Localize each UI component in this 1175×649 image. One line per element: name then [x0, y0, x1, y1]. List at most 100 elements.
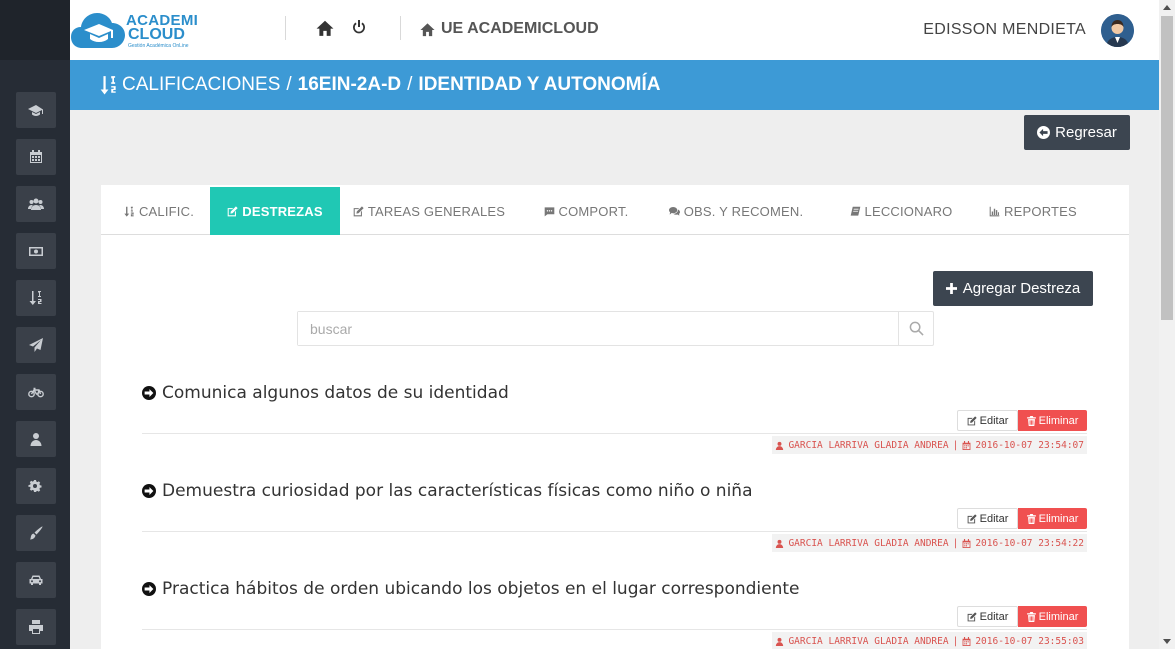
plus-icon	[945, 283, 957, 294]
breadcrumb-separator: /	[407, 74, 413, 95]
destreza-text: Comunica algunos datos de su identidad	[162, 383, 509, 403]
cogs-icon[interactable]	[16, 468, 56, 504]
item-date: 2016-10-07 23:54:22	[975, 537, 1084, 549]
destreza-title: Comunica algunos datos de su identidad	[142, 383, 509, 403]
delete-button[interactable]: Eliminar	[1018, 508, 1087, 529]
destreza-text: Practica hábitos de orden ubicando los o…	[162, 579, 800, 599]
search-input[interactable]	[298, 312, 898, 345]
arrow-circle-right-icon	[142, 386, 156, 400]
edit-button[interactable]: Editar	[957, 410, 1018, 431]
school-name: UE ACADEMICLOUD	[420, 19, 599, 39]
tab-leccionaro[interactable]: LECCIONARO	[836, 187, 966, 235]
user-name[interactable]: EDISSON MENDIETA	[923, 21, 1086, 39]
divider	[142, 433, 1087, 434]
user-icon[interactable]	[16, 421, 56, 457]
sort-numeric-icon[interactable]	[16, 280, 56, 316]
brand-tagline: Gestión Académica OnLine	[128, 43, 189, 49]
calendar-icon	[962, 440, 971, 450]
calendar-icon	[962, 538, 971, 548]
users-icon[interactable]	[16, 186, 56, 222]
search-box	[297, 311, 934, 346]
divider	[142, 531, 1087, 532]
breadcrumb-subject: IDENTIDAD Y AUTONOMÍA	[418, 74, 661, 95]
tab-label: CALIFIC.	[138, 203, 195, 219]
page-toolbar: Regresar	[70, 110, 1159, 155]
trash-icon	[1026, 513, 1036, 524]
calendar-icon[interactable]	[16, 139, 56, 175]
tab-tareas-generales[interactable]: TAREAS GENERALES	[349, 187, 509, 235]
car-icon[interactable]	[16, 562, 56, 598]
bar-chart-icon	[989, 206, 1000, 216]
graduation-cap-icon[interactable]	[16, 92, 56, 128]
sidebar-top	[0, 0, 70, 60]
tab-reportes[interactable]: REPORTES	[978, 187, 1088, 235]
back-button[interactable]: Regresar	[1024, 115, 1130, 150]
trash-icon	[1026, 611, 1036, 622]
destreza-title: Practica hábitos de orden ubicando los o…	[142, 579, 800, 599]
paper-plane-icon[interactable]	[16, 327, 56, 363]
item-author: GARCIA LARRIVA GLADIA ANDREA	[788, 439, 949, 451]
tab-destrezas[interactable]: DESTREZAS	[210, 187, 340, 235]
academicloud-logo[interactable]: ACADEMI CLOUD Gestión Académica OnLine	[70, 6, 200, 54]
add-destreza-button[interactable]: Agregar Destreza	[933, 271, 1093, 306]
tab-calific[interactable]: CALIFIC.	[109, 187, 209, 235]
edit-icon	[227, 205, 238, 216]
book-icon	[850, 206, 860, 216]
edit-label: Editar	[979, 512, 1009, 525]
bicycle-icon[interactable]	[16, 374, 56, 410]
delete-label: Eliminar	[1038, 610, 1079, 623]
main-panel: CALIFIC. DESTREZAS TAREAS GENERALES COMP…	[101, 185, 1129, 649]
comment-icon	[544, 206, 554, 216]
top-navbar: ACADEMI CLOUD Gestión Académica OnLine U…	[70, 0, 1159, 60]
breadcrumb-course[interactable]: 16EIN-2A-D	[298, 74, 401, 96]
comments-icon	[668, 206, 680, 216]
search-icon	[909, 321, 924, 336]
meta-separator: |	[952, 439, 959, 451]
arrow-circle-left-icon	[1037, 126, 1051, 139]
scroll-down-arrow[interactable]	[1163, 639, 1171, 644]
vertical-scrollbar[interactable]	[1159, 0, 1175, 649]
user-icon	[776, 441, 784, 450]
tab-label: TAREAS GENERALES	[367, 203, 506, 219]
breadcrumb-root[interactable]: CALIFICACIONES	[122, 74, 280, 96]
power-icon[interactable]	[351, 19, 367, 35]
tab-label: DESTREZAS	[242, 203, 323, 219]
money-icon[interactable]	[16, 233, 56, 269]
delete-label: Eliminar	[1038, 512, 1079, 525]
sort-numeric-icon	[100, 76, 116, 95]
item-meta: GARCIA LARRIVA GLADIA ANDREA | 2016-10-0…	[772, 436, 1087, 454]
scrollbar-thumb[interactable]	[1161, 16, 1173, 320]
edit-label: Editar	[979, 610, 1009, 623]
destreza-title: Demuestra curiosidad por las característ…	[142, 481, 753, 501]
tab-label: COMPORT.	[558, 203, 629, 219]
delete-button[interactable]: Eliminar	[1018, 410, 1087, 431]
home-icon[interactable]	[316, 19, 334, 37]
paint-brush-icon[interactable]	[16, 515, 56, 551]
tab-label: OBS. Y RECOMEN.	[683, 203, 804, 219]
divider	[400, 16, 401, 40]
print-icon[interactable]	[16, 609, 56, 645]
edit-button[interactable]: Editar	[957, 508, 1018, 529]
divider	[142, 629, 1087, 630]
tab-obs-recomen[interactable]: OBS. Y RECOMEN.	[666, 187, 806, 235]
arrow-circle-right-icon	[142, 484, 156, 498]
edit-button[interactable]: Editar	[957, 606, 1018, 627]
add-destreza-label: Agregar Destreza	[962, 280, 1081, 297]
delete-button[interactable]: Eliminar	[1018, 606, 1087, 627]
page-title: CALIFICACIONES / 16EIN-2A-D / IDENTIDAD …	[70, 60, 1159, 110]
user-icon	[776, 539, 784, 548]
tab-comport[interactable]: COMPORT.	[531, 187, 641, 235]
tab-label: LECCIONARO	[864, 203, 953, 219]
sort-numeric-icon	[124, 206, 134, 217]
cloud-logo-icon	[71, 13, 125, 48]
meta-separator: |	[952, 635, 959, 647]
edit-icon	[967, 611, 977, 621]
home-icon	[420, 22, 435, 36]
scroll-up-arrow[interactable]	[1163, 5, 1171, 10]
divider	[285, 16, 286, 40]
trash-icon	[1026, 415, 1036, 426]
calendar-icon	[962, 636, 971, 646]
avatar[interactable]	[1101, 14, 1134, 47]
search-button[interactable]	[898, 312, 933, 345]
item-date: 2016-10-07 23:54:07	[975, 439, 1084, 451]
